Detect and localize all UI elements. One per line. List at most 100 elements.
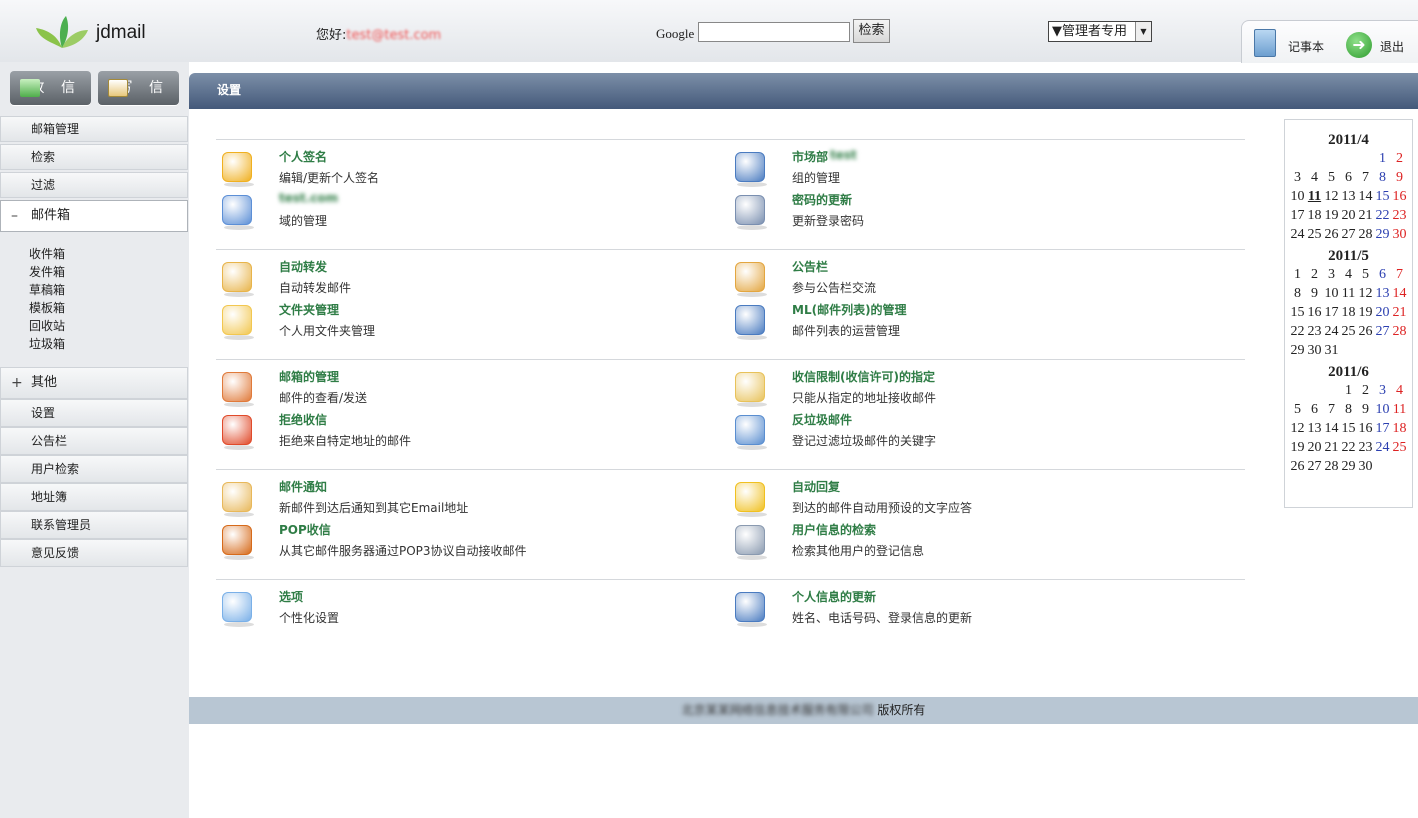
- calendar-day[interactable]: 17: [1374, 419, 1391, 438]
- sidebar-item-mailbox[interactable]: – 邮件箱: [0, 200, 188, 232]
- receive-mail-button[interactable]: 收 信: [10, 71, 91, 105]
- calendar-day[interactable]: 28: [1357, 225, 1374, 244]
- calendar-day[interactable]: 4: [1391, 381, 1408, 400]
- calendar-day[interactable]: 12: [1289, 419, 1306, 438]
- calendar-day[interactable]: 28: [1391, 322, 1408, 341]
- calendar-day[interactable]: 7: [1323, 400, 1340, 419]
- calendar-day[interactable]: 19: [1357, 303, 1374, 322]
- calendar-day[interactable]: 25: [1340, 322, 1357, 341]
- calendar-day[interactable]: 27: [1374, 322, 1391, 341]
- sidebar-item-mailbox-manage[interactable]: 邮箱管理: [0, 116, 188, 142]
- folder-icon[interactable]: [218, 301, 256, 341]
- calendar-day[interactable]: 16: [1357, 419, 1374, 438]
- calendar-day[interactable]: 16: [1391, 187, 1408, 206]
- settings-item-title[interactable]: 收信限制(收信许可)的指定: [792, 368, 935, 385]
- calendar-day[interactable]: 14: [1323, 419, 1340, 438]
- calendar-day[interactable]: 9: [1357, 400, 1374, 419]
- settings-item-title[interactable]: 市场部: [792, 148, 828, 165]
- user-search-icon[interactable]: [731, 521, 769, 561]
- calendar-day[interactable]: 24: [1374, 438, 1391, 457]
- mailbox-icon[interactable]: [218, 368, 256, 408]
- calendar-day[interactable]: 12: [1323, 187, 1340, 206]
- settings-item-title[interactable]: 自动转发: [279, 258, 327, 275]
- folder-inbox[interactable]: 收件箱: [29, 245, 65, 263]
- calendar-day[interactable]: 17: [1289, 206, 1306, 225]
- calendar-day[interactable]: 12: [1357, 284, 1374, 303]
- google-search-input[interactable]: [698, 22, 850, 42]
- calendar-day[interactable]: 16: [1306, 303, 1323, 322]
- calendar-day[interactable]: 2: [1306, 265, 1323, 284]
- settings-item-title[interactable]: 拒绝收信: [279, 411, 327, 428]
- settings-item-title[interactable]: test.com: [279, 191, 338, 205]
- settings-item-title[interactable]: 选项: [279, 588, 303, 605]
- calendar-day[interactable]: 22: [1289, 322, 1306, 341]
- user-update-icon[interactable]: [731, 588, 769, 628]
- calendar-day[interactable]: 10: [1374, 400, 1391, 419]
- folder-recycle[interactable]: 回收站: [29, 317, 65, 335]
- calendar-day[interactable]: 13: [1374, 284, 1391, 303]
- settings-item-title[interactable]: 密码的更新: [792, 191, 852, 208]
- auto-reply-icon[interactable]: [731, 478, 769, 518]
- calendar-day[interactable]: 5: [1289, 400, 1306, 419]
- bulletin-icon[interactable]: [731, 258, 769, 298]
- settings-item-title[interactable]: POP收信: [279, 521, 331, 538]
- calendar-day[interactable]: 8: [1374, 168, 1391, 187]
- pointer-hand-icon[interactable]: [218, 588, 256, 628]
- sidebar-item-settings[interactable]: 设置: [0, 399, 188, 427]
- folder-sent[interactable]: 发件箱: [29, 263, 65, 281]
- reject-mail-icon[interactable]: [218, 411, 256, 451]
- calendar-day[interactable]: 29: [1340, 457, 1357, 476]
- calendar-day[interactable]: 4: [1340, 265, 1357, 284]
- exit-arrow-icon[interactable]: ➜: [1346, 32, 1372, 58]
- domain-card-icon[interactable]: [218, 191, 256, 231]
- settings-item-title[interactable]: 个人签名: [279, 148, 327, 165]
- calendar-day[interactable]: 20: [1306, 438, 1323, 457]
- calendar-day[interactable]: 18: [1340, 303, 1357, 322]
- calendar-day[interactable]: 25: [1391, 438, 1408, 457]
- admin-select[interactable]: ▼管理者专用 ▼: [1048, 21, 1152, 42]
- calendar-day[interactable]: 19: [1323, 206, 1340, 225]
- calendar-day[interactable]: 15: [1289, 303, 1306, 322]
- folder-spam[interactable]: 垃圾箱: [29, 335, 65, 353]
- sidebar-item-search[interactable]: 检索: [0, 144, 188, 170]
- folder-templates[interactable]: 模板箱: [29, 299, 65, 317]
- sidebar-item-other[interactable]: + 其他: [0, 367, 188, 399]
- calendar-day[interactable]: 11: [1340, 284, 1357, 303]
- trash-can-icon[interactable]: [731, 411, 769, 451]
- folder-drafts[interactable]: 草稿箱: [29, 281, 65, 299]
- calendar-day[interactable]: 30: [1357, 457, 1374, 476]
- mail-notify-icon[interactable]: [218, 478, 256, 518]
- calendar-day[interactable]: 15: [1374, 187, 1391, 206]
- sidebar-item-address-book[interactable]: 地址簿: [0, 483, 188, 511]
- calendar-day[interactable]: 17: [1323, 303, 1340, 322]
- calendar-day[interactable]: 23: [1357, 438, 1374, 457]
- signature-icon[interactable]: [218, 148, 256, 188]
- exit-link[interactable]: 退出: [1380, 38, 1404, 55]
- forward-icon[interactable]: [218, 258, 256, 298]
- calendar-day[interactable]: 22: [1340, 438, 1357, 457]
- calendar-day[interactable]: 15: [1340, 419, 1357, 438]
- pop-mail-icon[interactable]: [218, 521, 256, 561]
- calendar-day[interactable]: 21: [1323, 438, 1340, 457]
- sidebar-item-contact-admin[interactable]: 联系管理员: [0, 511, 188, 539]
- calendar-day[interactable]: 8: [1340, 400, 1357, 419]
- calendar-day[interactable]: 13: [1340, 187, 1357, 206]
- calendar-day[interactable]: 24: [1289, 225, 1306, 244]
- calendar-day[interactable]: 1: [1340, 381, 1357, 400]
- settings-item-title[interactable]: 邮箱的管理: [279, 368, 339, 385]
- calendar-day[interactable]: 3: [1323, 265, 1340, 284]
- settings-item-title[interactable]: 反垃圾邮件: [792, 411, 852, 428]
- mailing-list-icon[interactable]: [731, 301, 769, 341]
- calendar-day[interactable]: 20: [1374, 303, 1391, 322]
- notebook-icon[interactable]: [1254, 29, 1276, 57]
- calendar-day[interactable]: 28: [1323, 457, 1340, 476]
- calendar-day[interactable]: 2: [1357, 381, 1374, 400]
- settings-item-title[interactable]: 自动回复: [792, 478, 840, 495]
- calendar-day[interactable]: 3: [1289, 168, 1306, 187]
- calendar-day[interactable]: 18: [1391, 419, 1408, 438]
- calendar-day[interactable]: 31: [1323, 341, 1340, 360]
- calendar-day[interactable]: 5: [1323, 168, 1340, 187]
- settings-item-title[interactable]: 个人信息的更新: [792, 588, 876, 605]
- calendar-day[interactable]: 7: [1357, 168, 1374, 187]
- settings-item-title[interactable]: 公告栏: [792, 258, 828, 275]
